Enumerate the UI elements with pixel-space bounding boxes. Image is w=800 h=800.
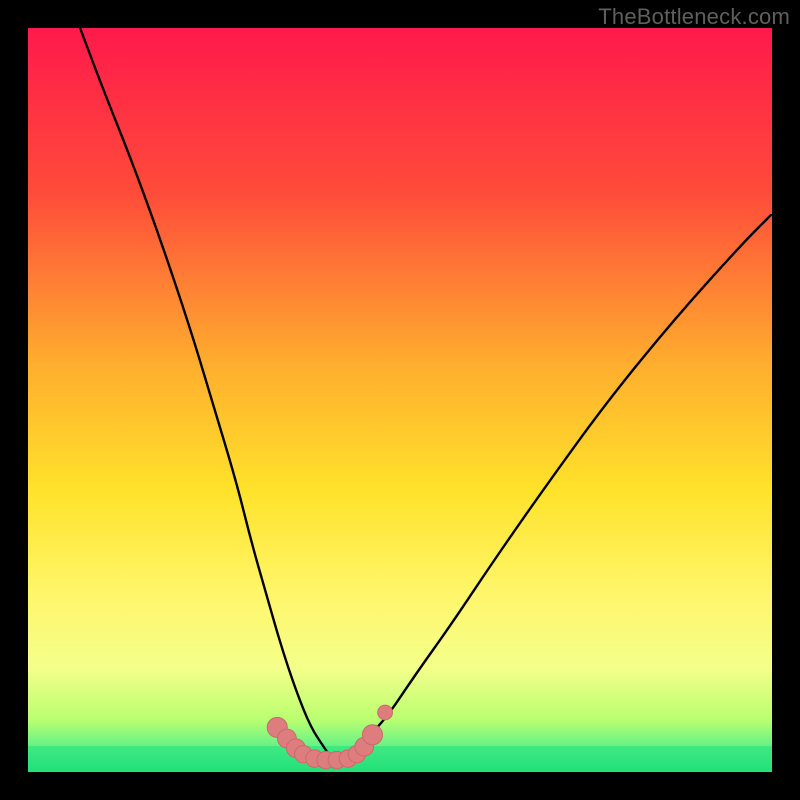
marker-dot (362, 725, 382, 745)
chart-frame: TheBottleneck.com (0, 0, 800, 800)
chart-plot (28, 28, 772, 772)
chart-svg (28, 28, 772, 772)
watermark-text: TheBottleneck.com (598, 4, 790, 30)
chart-background (28, 28, 772, 772)
marker-dot (378, 705, 393, 720)
green-band (28, 746, 772, 772)
